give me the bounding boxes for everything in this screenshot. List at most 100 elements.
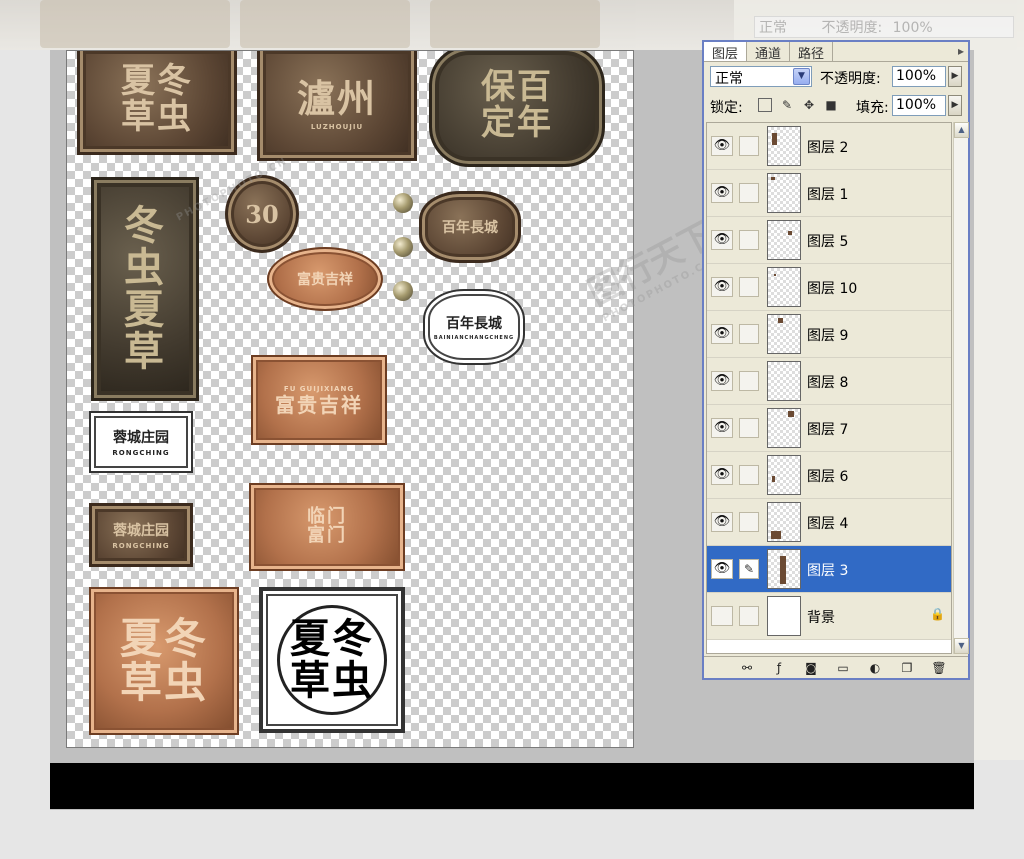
plaque-baonian[interactable]: 保百定年 bbox=[429, 51, 605, 167]
link-slot[interactable] bbox=[739, 277, 759, 297]
lock-transparent-icon[interactable] bbox=[758, 98, 772, 112]
link-slot[interactable] bbox=[739, 183, 759, 203]
layer-row[interactable]: 👁 图层 5 bbox=[707, 217, 951, 264]
plaque-oval-fugui[interactable]: 富贵吉祥 bbox=[267, 247, 383, 311]
chevron-down-icon[interactable]: ▼ bbox=[793, 68, 810, 85]
scroll-up-icon[interactable]: ▲ bbox=[954, 122, 969, 138]
link-layers-icon[interactable]: ⚯ bbox=[738, 660, 756, 676]
eye-icon[interactable]: 👁 bbox=[711, 559, 733, 579]
layer-name[interactable]: 图层 2 bbox=[807, 137, 848, 157]
plaque-vertical-cordyceps[interactable]: 冬虫夏草 bbox=[91, 177, 199, 401]
tab-channels[interactable]: 通道 bbox=[747, 42, 791, 62]
layer-row[interactable]: 👁 背景 🔒 bbox=[707, 593, 951, 640]
plaque-rongcheng-white[interactable]: 蓉城庄园 RONGCHING bbox=[89, 411, 193, 473]
fill-input[interactable]: 100% bbox=[892, 95, 946, 116]
layer-name[interactable]: 图层 4 bbox=[807, 513, 848, 533]
brush-icon[interactable]: ✎ bbox=[739, 559, 759, 579]
trash-icon[interactable]: 🗑 bbox=[930, 660, 948, 676]
layer-row[interactable]: 👁 图层 8 bbox=[707, 358, 951, 405]
plaque-bw-square[interactable]: 夏冬草虫 bbox=[259, 587, 405, 733]
new-group-icon[interactable]: ▭ bbox=[834, 660, 852, 676]
layer-row[interactable]: 👁 图层 7 bbox=[707, 405, 951, 452]
eye-icon[interactable]: 👁 bbox=[711, 371, 733, 391]
add-style-icon[interactable]: ƒ bbox=[770, 660, 788, 676]
layer-row[interactable]: 👁 图层 2 bbox=[707, 123, 951, 170]
bead[interactable] bbox=[393, 281, 413, 301]
plaque-text: 保百定年 bbox=[481, 67, 553, 143]
plaque-linmen[interactable]: 临门富门 bbox=[249, 483, 405, 571]
eye-icon[interactable]: 👁 bbox=[711, 418, 733, 438]
plaque-bainian-white[interactable]: 百年長城 BAINIANCHANGCHENG bbox=[423, 289, 525, 365]
panel-menu-icon[interactable]: ▸ bbox=[958, 44, 964, 58]
plaque-text: 蓉城庄园 bbox=[113, 523, 169, 539]
layer-row[interactable]: 👁 图层 10 bbox=[707, 264, 951, 311]
layer-thumbnail bbox=[767, 267, 801, 307]
eye-icon[interactable]: 👁 bbox=[711, 324, 733, 344]
layer-name[interactable]: 图层 9 bbox=[807, 325, 848, 345]
eye-icon[interactable]: 👁 bbox=[711, 136, 733, 156]
layer-name[interactable]: 图层 7 bbox=[807, 419, 848, 439]
bead[interactable] bbox=[393, 237, 413, 257]
adjustment-layer-icon[interactable]: ◐ bbox=[866, 660, 884, 676]
layer-thumbnail bbox=[767, 549, 801, 589]
eye-icon[interactable]: 👁 bbox=[711, 465, 733, 485]
layer-name[interactable]: 背景 bbox=[807, 607, 835, 627]
scroll-down-icon[interactable]: ▼ bbox=[954, 638, 969, 654]
layer-row-selected[interactable]: 👁 ✎ 图层 3 bbox=[707, 546, 951, 593]
link-slot[interactable] bbox=[739, 512, 759, 532]
plaque-fugui-rect[interactable]: FU GUIJIXIANG 富贵吉祥 bbox=[251, 355, 387, 445]
plaque-text: 夏冬草虫 bbox=[119, 613, 208, 707]
layer-name[interactable]: 图层 8 bbox=[807, 372, 848, 392]
tab-paths[interactable]: 路径 bbox=[790, 42, 834, 62]
tab-layers[interactable]: 图层 bbox=[704, 42, 748, 62]
document-canvas[interactable]: 夏冬草虫 瀘州 LUZHOUJIU 保百定年 冬虫夏草 30 富贵吉祥 百年長城… bbox=[66, 50, 634, 748]
plaque-rongcheng-bronze[interactable]: 蓉城庄园 RONGCHING bbox=[89, 503, 193, 567]
blend-mode-select[interactable]: 正常 ▼ bbox=[710, 66, 812, 87]
ghost-plaque bbox=[240, 0, 410, 48]
ghost-blend-mode: 正常 bbox=[759, 20, 787, 36]
eye-icon[interactable]: 👁 bbox=[711, 606, 733, 626]
plaque-bainian-bronze[interactable]: 百年長城 bbox=[419, 191, 521, 263]
layers-scrollbar[interactable]: ▲ ▼ bbox=[953, 122, 969, 654]
link-slot[interactable] bbox=[739, 324, 759, 344]
opacity-input[interactable]: 100% bbox=[892, 66, 946, 87]
plaque-copper-square[interactable]: 夏冬草虫 bbox=[89, 587, 239, 735]
layer-name[interactable]: 图层 3 bbox=[807, 560, 848, 580]
link-slot[interactable] bbox=[739, 465, 759, 485]
eye-icon[interactable]: 👁 bbox=[711, 277, 733, 297]
layer-row[interactable]: 👁 图层 9 bbox=[707, 311, 951, 358]
layer-row[interactable]: 👁 图层 4 bbox=[707, 499, 951, 546]
fill-label: 填充: bbox=[856, 100, 889, 116]
layer-row[interactable]: 👁 图层 1 bbox=[707, 170, 951, 217]
link-slot[interactable] bbox=[739, 136, 759, 156]
lock-brush-icon[interactable]: ✎ bbox=[780, 98, 794, 112]
plaque-text: 30 bbox=[245, 199, 279, 229]
fill-arrow-icon[interactable]: ▶ bbox=[948, 95, 962, 116]
layer-row[interactable]: 👁 图层 6 bbox=[707, 452, 951, 499]
layer-thumbnail bbox=[767, 408, 801, 448]
layer-name[interactable]: 图层 5 bbox=[807, 231, 848, 251]
eye-icon[interactable]: 👁 bbox=[711, 230, 733, 250]
eye-icon[interactable]: 👁 bbox=[711, 512, 733, 532]
add-mask-icon[interactable]: ◙ bbox=[802, 660, 820, 676]
plaque-seal-30[interactable]: 30 bbox=[225, 175, 299, 253]
link-slot[interactable] bbox=[739, 371, 759, 391]
bead[interactable] bbox=[393, 193, 413, 213]
link-slot[interactable] bbox=[739, 230, 759, 250]
new-layer-icon[interactable]: ❐ bbox=[898, 660, 916, 676]
layer-name[interactable]: 图层 10 bbox=[807, 278, 857, 298]
plaque-summer-winter[interactable]: 夏冬草虫 bbox=[77, 51, 237, 155]
eye-icon[interactable]: 👁 bbox=[711, 183, 733, 203]
blend-mode-value: 正常 bbox=[715, 71, 743, 87]
layer-thumbnail bbox=[767, 220, 801, 260]
layer-name[interactable]: 图层 6 bbox=[807, 466, 848, 486]
plaque-text: 富贵吉祥 bbox=[297, 272, 353, 288]
opacity-arrow-icon[interactable]: ▶ bbox=[948, 66, 962, 87]
lock-all-icon[interactable]: ■ bbox=[824, 98, 838, 112]
link-slot[interactable] bbox=[739, 606, 759, 626]
plaque-luzhou[interactable]: 瀘州 LUZHOUJIU bbox=[257, 51, 417, 161]
lock-move-icon[interactable]: ✥ bbox=[802, 98, 816, 112]
layer-name[interactable]: 图层 1 bbox=[807, 184, 848, 204]
layer-thumbnail bbox=[767, 361, 801, 401]
link-slot[interactable] bbox=[739, 418, 759, 438]
